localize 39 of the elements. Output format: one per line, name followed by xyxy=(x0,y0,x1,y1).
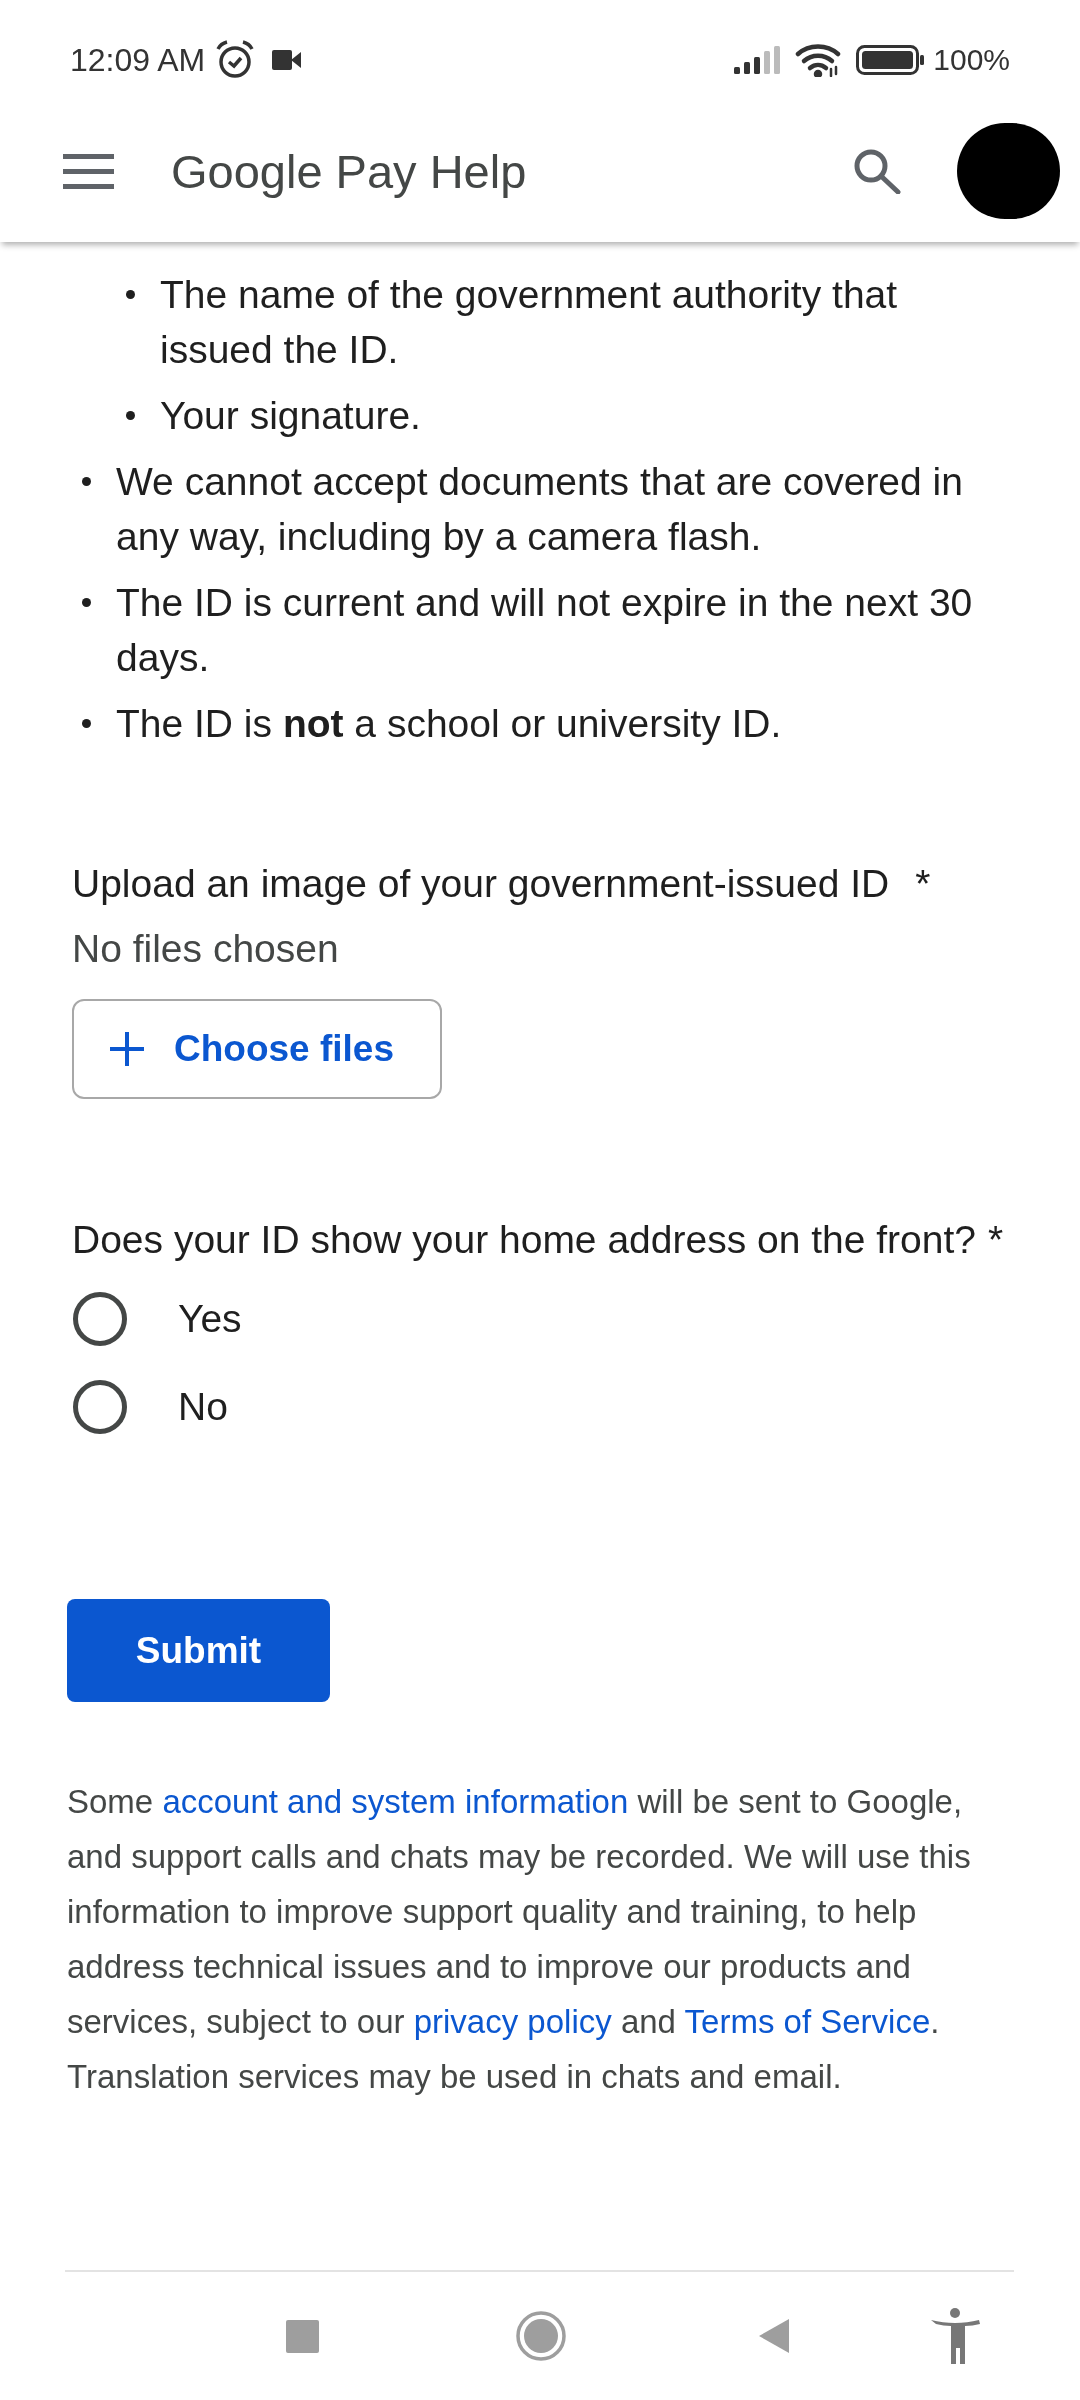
bullet-icon xyxy=(82,477,91,486)
option-label: No xyxy=(178,1384,228,1430)
square-icon[interactable] xyxy=(286,2319,319,2353)
upload-label: Upload an image of your government-issued ID xyxy=(72,861,890,907)
back-icon[interactable] xyxy=(758,2318,789,2354)
accessibility-icon[interactable] xyxy=(930,2308,980,2364)
list-item-text: The ID is current and will not expire in the next 30 days. xyxy=(116,580,974,681)
alarm-clock-icon xyxy=(215,40,256,80)
menu-icon[interactable] xyxy=(63,153,114,189)
wifi-icon xyxy=(795,43,843,77)
bullet-icon xyxy=(126,411,135,420)
option-label: Yes xyxy=(178,1296,242,1342)
list-item-text: We cannot accept documents that are covered in any way, including by a camera flash. xyxy=(116,459,964,560)
radio-button[interactable] xyxy=(73,1380,127,1434)
question-label: Does your ID show your home address on the front? xyxy=(72,1217,976,1263)
circle-icon[interactable] xyxy=(516,2311,566,2361)
radio-button[interactable] xyxy=(73,1292,127,1346)
battery-icon xyxy=(856,45,926,75)
text-link[interactable]: Terms of Service xyxy=(684,2003,931,2040)
bullet-icon xyxy=(82,598,91,607)
text-link[interactable]: privacy policy xyxy=(413,2003,612,2040)
list-item-text: Your signature. xyxy=(160,393,422,439)
video-camera-icon xyxy=(272,50,302,70)
text-link[interactable]: account and system information xyxy=(162,1783,629,1820)
file-status: No files chosen xyxy=(72,926,340,972)
list-item-text: The ID is not a school or university ID. xyxy=(116,701,783,747)
disclaimer-text: Some account and system information will be sent to Google, and support calls and chats may be recorded. We will use this information to improve support quality and training, to help address technical issues and to improve our products and services, subject to our privacy policy and Terms of Service. Translation services may be used in chats and email. xyxy=(67,1782,972,2097)
required-mark: * xyxy=(915,861,931,907)
list-item-text: The name of the government authority that issued the ID. xyxy=(160,272,899,373)
status-time: 12:09 AM xyxy=(70,44,206,76)
plus-icon xyxy=(110,1032,144,1066)
search-icon[interactable] xyxy=(853,148,901,194)
signal-icon xyxy=(734,46,783,74)
bullet-icon xyxy=(126,290,135,299)
bullet-icon xyxy=(82,719,91,728)
required-mark: * xyxy=(988,1217,1004,1263)
choose-files-button[interactable]: Choose files xyxy=(72,999,442,1099)
submit-button[interactable]: Submit xyxy=(67,1599,330,1702)
battery-percent: 100% xyxy=(933,45,1010,75)
